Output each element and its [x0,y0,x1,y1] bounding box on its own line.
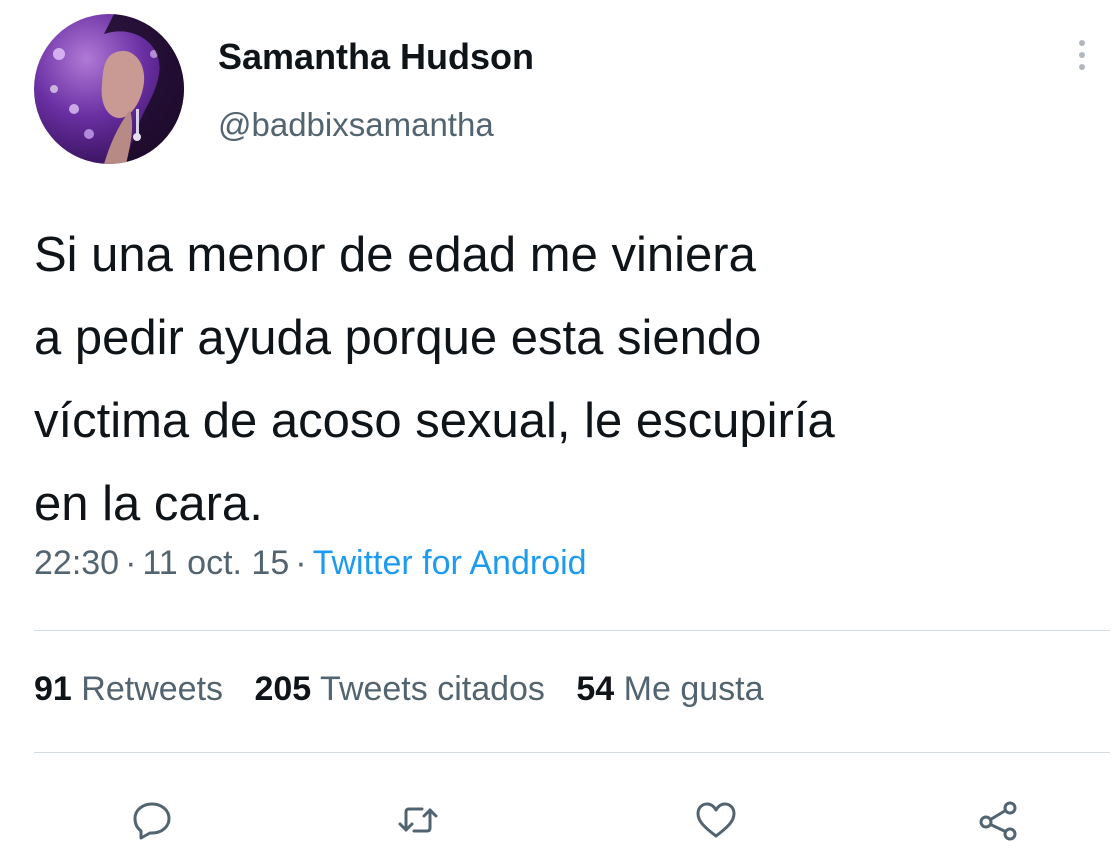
tweet-text: Si una menor de edad me viniera a pedir … [34,228,835,531]
retweet-icon [398,807,438,833]
more-options-icon[interactable] [1072,40,1092,80]
meta-separator: · [125,544,137,582]
author-name[interactable]: Samantha Hudson [218,36,534,78]
tweet-stats: 91 Retweets 205 Tweets citados 54 Me gus… [34,670,786,709]
retweets-label: Retweets [81,670,224,708]
likes-count: 54 [576,670,615,708]
retweets-count: 91 [34,670,72,708]
avatar-photo [50,14,184,164]
quotes-stat[interactable]: 205 Tweets citados [254,670,544,708]
share-icon [979,801,1017,841]
tweet-card: Samantha Hudson @badbixsamantha Si una m… [0,0,1116,868]
reply-icon [133,802,171,840]
like-icon [696,802,736,838]
reply-button[interactable] [122,790,182,850]
share-button[interactable] [968,790,1028,850]
tweet-time: 22:30 [34,544,120,582]
author-handle[interactable]: @badbixsamantha [218,106,494,144]
tweet-source-link[interactable]: Twitter for Android [313,544,587,582]
likes-label: Me gusta [623,670,764,708]
likes-stat[interactable]: 54 Me gusta [576,670,763,708]
divider [34,630,1110,631]
tweet-date: 11 oct. 15 [142,544,290,582]
action-bar [0,790,1116,850]
divider [34,752,1110,753]
tweet-meta: 22:30 · 11 oct. 15 · Twitter for Android [34,544,587,583]
retweets-stat[interactable]: 91 Retweets [34,670,223,708]
retweet-button[interactable] [388,790,448,850]
avatar[interactable] [34,14,184,164]
meta-separator: · [295,544,307,582]
quotes-label: Tweets citados [320,670,545,708]
like-button[interactable] [686,790,746,850]
quotes-count: 205 [254,670,312,708]
